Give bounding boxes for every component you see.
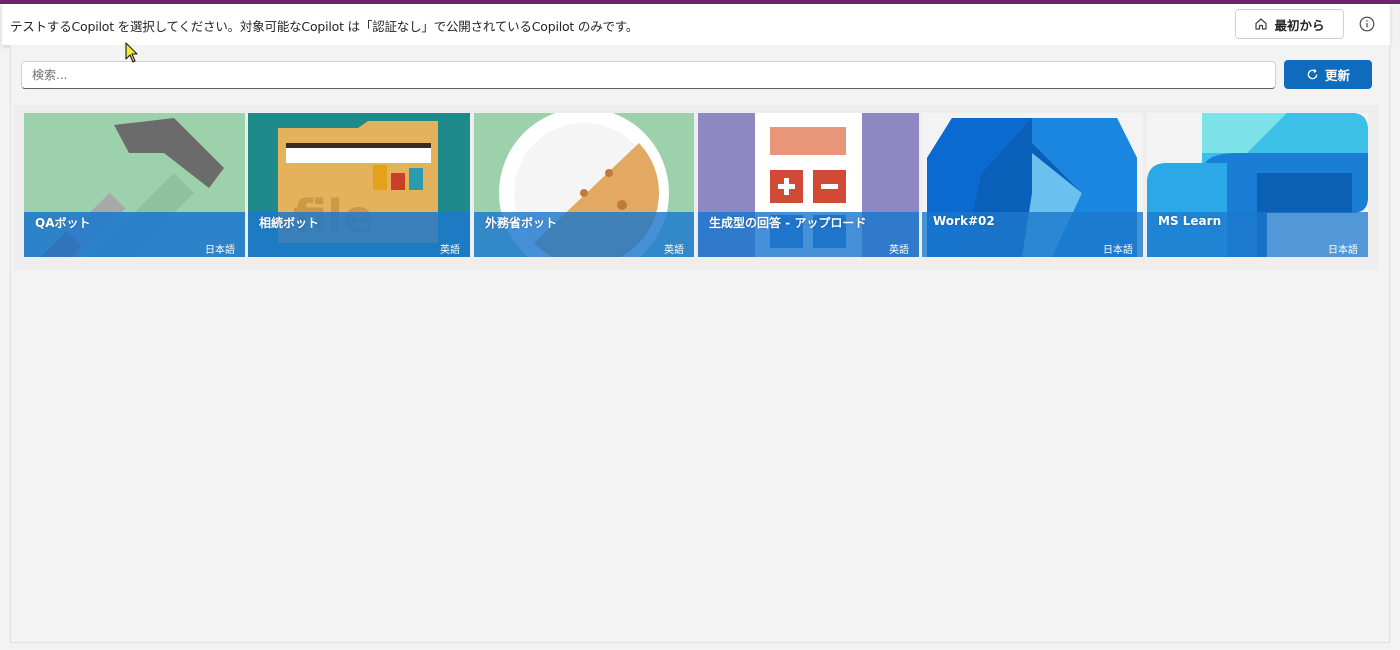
card-language: 日本語 [205,245,235,256]
home-icon [1255,18,1268,30]
copilot-card-ms-learn[interactable]: MS Learn 日本語 [1147,113,1368,257]
card-language: 日本語 [1103,245,1133,256]
header-bar: テストするCopilot を選択してください。対象可能なCopilot は「認証… [2,4,1390,45]
refresh-label: 更新 [1324,68,1350,83]
copilot-card-mofa-bot[interactable]: 外務省ボット 英語 [474,113,694,257]
refresh-icon [1307,69,1318,80]
card-title: 相続ボット [259,216,320,230]
copilot-card-generative-answers[interactable]: 生成型の回答 - アップロード 英語 [698,113,919,257]
start-over-button[interactable]: 最初から [1235,9,1344,39]
card-title: 外務省ボット [485,216,558,230]
refresh-button[interactable]: 更新 [1284,60,1372,89]
card-title: QAボット [35,216,91,230]
mouse-pointer-icon [125,42,138,63]
instruction-text: テストするCopilot を選択してください。対象可能なCopilot は「認証… [10,19,639,34]
card-language: 英語 [440,245,460,256]
card-title: MS Learn [1158,214,1222,228]
copilot-card-inheritance-bot[interactable]: file 相続ボット 英語 [248,113,470,257]
copilot-card-work02[interactable]: Work#02 日本語 [922,113,1143,257]
card-language: 英語 [889,245,909,256]
card-title: Work#02 [933,214,995,228]
card-title: 生成型の回答 - アップロード [709,216,867,230]
card-language: 日本語 [1328,245,1358,256]
info-icon[interactable] [1359,16,1375,32]
search-input[interactable] [21,61,1276,89]
start-over-label: 最初から [1274,17,1325,33]
copilot-card-qa-bot[interactable]: QAボット 日本語 [24,113,245,257]
card-language: 英語 [664,245,684,256]
